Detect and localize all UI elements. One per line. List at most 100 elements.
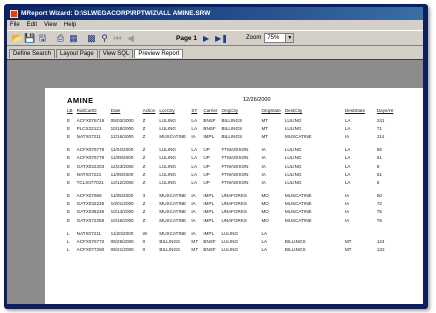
table-cell: IMPL [203, 217, 215, 223]
table-cell: IA [344, 201, 350, 207]
table-cell: Z [142, 155, 146, 161]
table-cell: BILLINGS [159, 239, 181, 245]
tab-layout-page[interactable]: Layout Page [56, 49, 98, 58]
table-cell: LULING [159, 163, 177, 169]
table-cell: 12/12/2000 [110, 179, 134, 185]
table-cell: IA [344, 193, 350, 199]
table-cell: Z [142, 125, 146, 131]
table-cell: E [67, 209, 71, 215]
table-cell: LA [344, 179, 351, 185]
menu-file[interactable]: File [10, 22, 20, 28]
table-cell: 51 [376, 171, 382, 177]
table-cell: MO [261, 209, 269, 215]
first-page-icon[interactable]: ⏮ [112, 33, 123, 44]
table-cell: IMPL [203, 193, 215, 199]
table-cell: UP [203, 155, 210, 161]
menu-edit[interactable]: Edit [27, 22, 37, 28]
table-cell: BILLINGS [221, 125, 243, 131]
table-row: E ACFX076778 11/04/2000 Z LULING LA UP FTMADISO… [67, 146, 397, 154]
table-cell: LULING [159, 171, 177, 177]
table-cell: LULING [159, 155, 177, 161]
tab-define-search[interactable]: Define Search [9, 49, 56, 58]
table-cell: IA [344, 133, 350, 139]
table-cell: LA [191, 147, 198, 153]
save-icon[interactable]: 💾 [24, 33, 35, 44]
table-cell: LA [344, 155, 351, 161]
page-setup-icon[interactable]: ▦ [68, 33, 79, 44]
title-bar[interactable]: MReport Wizard: D:\SLWEGACORP\RPTWIZ\ALL… [7, 7, 423, 20]
table-cell: IA [191, 217, 196, 223]
last-page-icon[interactable]: ▶❚ [215, 34, 228, 43]
table-cell: 50 [376, 193, 382, 199]
report-title: AMINE [67, 96, 94, 105]
find-icon[interactable]: ⚲ [99, 33, 110, 44]
table-cell: 6 [376, 179, 380, 185]
column-header: LB [67, 108, 73, 113]
preview-area[interactable]: AMINE 12/26/2000 LB RailCarID Date Action Lo… [7, 59, 423, 304]
table-cell: LULING [284, 163, 302, 169]
table-cell: LULING [159, 117, 177, 123]
table-cell: LULING [284, 147, 302, 153]
table-cell: E [67, 133, 71, 139]
preview-icon[interactable]: ▩ [86, 33, 97, 44]
table-cell: LA [344, 163, 351, 169]
zoom-value: 75% [267, 35, 280, 41]
tab-preview-report[interactable]: Preview Report [134, 49, 184, 58]
table-cell: BILLINGS [284, 239, 306, 245]
table-cell: E [67, 163, 71, 169]
print-icon[interactable]: ⎙ [55, 33, 66, 44]
table-cell: MUSCATINE [284, 193, 312, 199]
table-cell: 11/05/2000 [110, 193, 134, 199]
table-cell: LA [191, 117, 198, 123]
table-cell: IA [261, 155, 266, 161]
tab-view-sql[interactable]: View SQL [98, 49, 134, 58]
table-row: E GATX072259 10/16/2000 Z MUSCATINE IA IMPL UNA… [67, 216, 397, 224]
column-header: DestState [344, 108, 366, 113]
table-cell: E [67, 147, 71, 153]
table-cell: W [142, 230, 147, 236]
table-cell: L [67, 247, 70, 253]
screenshot-frame: MReport Wizard: D:\SLWEGACORP\RPTWIZ\ALL… [4, 4, 428, 309]
table-cell: BNSF [203, 247, 216, 253]
table-cell: MT [261, 117, 269, 123]
next-page-icon[interactable]: ▶ [203, 34, 209, 43]
table-cell: MUSCATINE [284, 209, 312, 215]
table-row: E GATX022203 12/23/2000 Z LULING LA UP FTMADISO… [67, 162, 397, 170]
table-cell: LULING [221, 247, 239, 253]
table-cell: IA [191, 230, 196, 236]
table-cell: BILLINGS [221, 117, 243, 123]
table-cell: UP [203, 171, 210, 177]
table-cell: Z [142, 217, 146, 223]
table-cell: LA [261, 239, 268, 245]
open-icon[interactable]: 📂 [11, 33, 22, 44]
table-cell: IA [191, 193, 196, 199]
table-cell [377, 229, 398, 237]
table-cell: PLCX22121 [76, 125, 102, 131]
zoom-select[interactable]: 75% ▼ [264, 33, 295, 43]
column-header: Action [142, 108, 156, 113]
prev-page-icon[interactable]: ◀ [125, 33, 136, 44]
table-cell: 11/09/2000 [110, 155, 134, 161]
table-cell: IA [191, 209, 196, 215]
page-indicator: Page 1 [176, 34, 197, 42]
table-row: E ACFX076779 11/09/2000 Z LULING LA UP FTMADISO… [67, 154, 397, 162]
chevron-down-icon[interactable]: ▼ [285, 34, 294, 42]
table-cell: E [67, 201, 71, 207]
table-cell: LULING [284, 125, 302, 131]
table-row: E ACFX07686 11/05/2000 3 MUSCATINE IA IMPL UNAF… [67, 192, 397, 200]
table-cell: Z [142, 147, 146, 153]
table-cell: MT [344, 247, 352, 253]
table-row: E TCLX077021 12/12/2000 Z LULING LA UP FTMADISO… [67, 178, 397, 186]
menu-view[interactable]: View [44, 22, 57, 28]
table-cell: Z [142, 133, 146, 139]
menu-help[interactable]: Help [64, 22, 76, 28]
window-title: MReport Wizard: D:\SLWEGACORP\RPTWIZ\ALL… [21, 10, 211, 17]
table-cell: FTMADISON [221, 163, 249, 169]
app-icon [10, 9, 18, 18]
table-cell: LA [344, 125, 351, 131]
table-cell: E [67, 171, 71, 177]
table-cell: 12/23/2000 [110, 163, 134, 169]
save-as-icon[interactable]: 🖫 [37, 33, 48, 44]
table-cell: LULING [221, 230, 239, 236]
table-cell: IA [261, 163, 266, 169]
